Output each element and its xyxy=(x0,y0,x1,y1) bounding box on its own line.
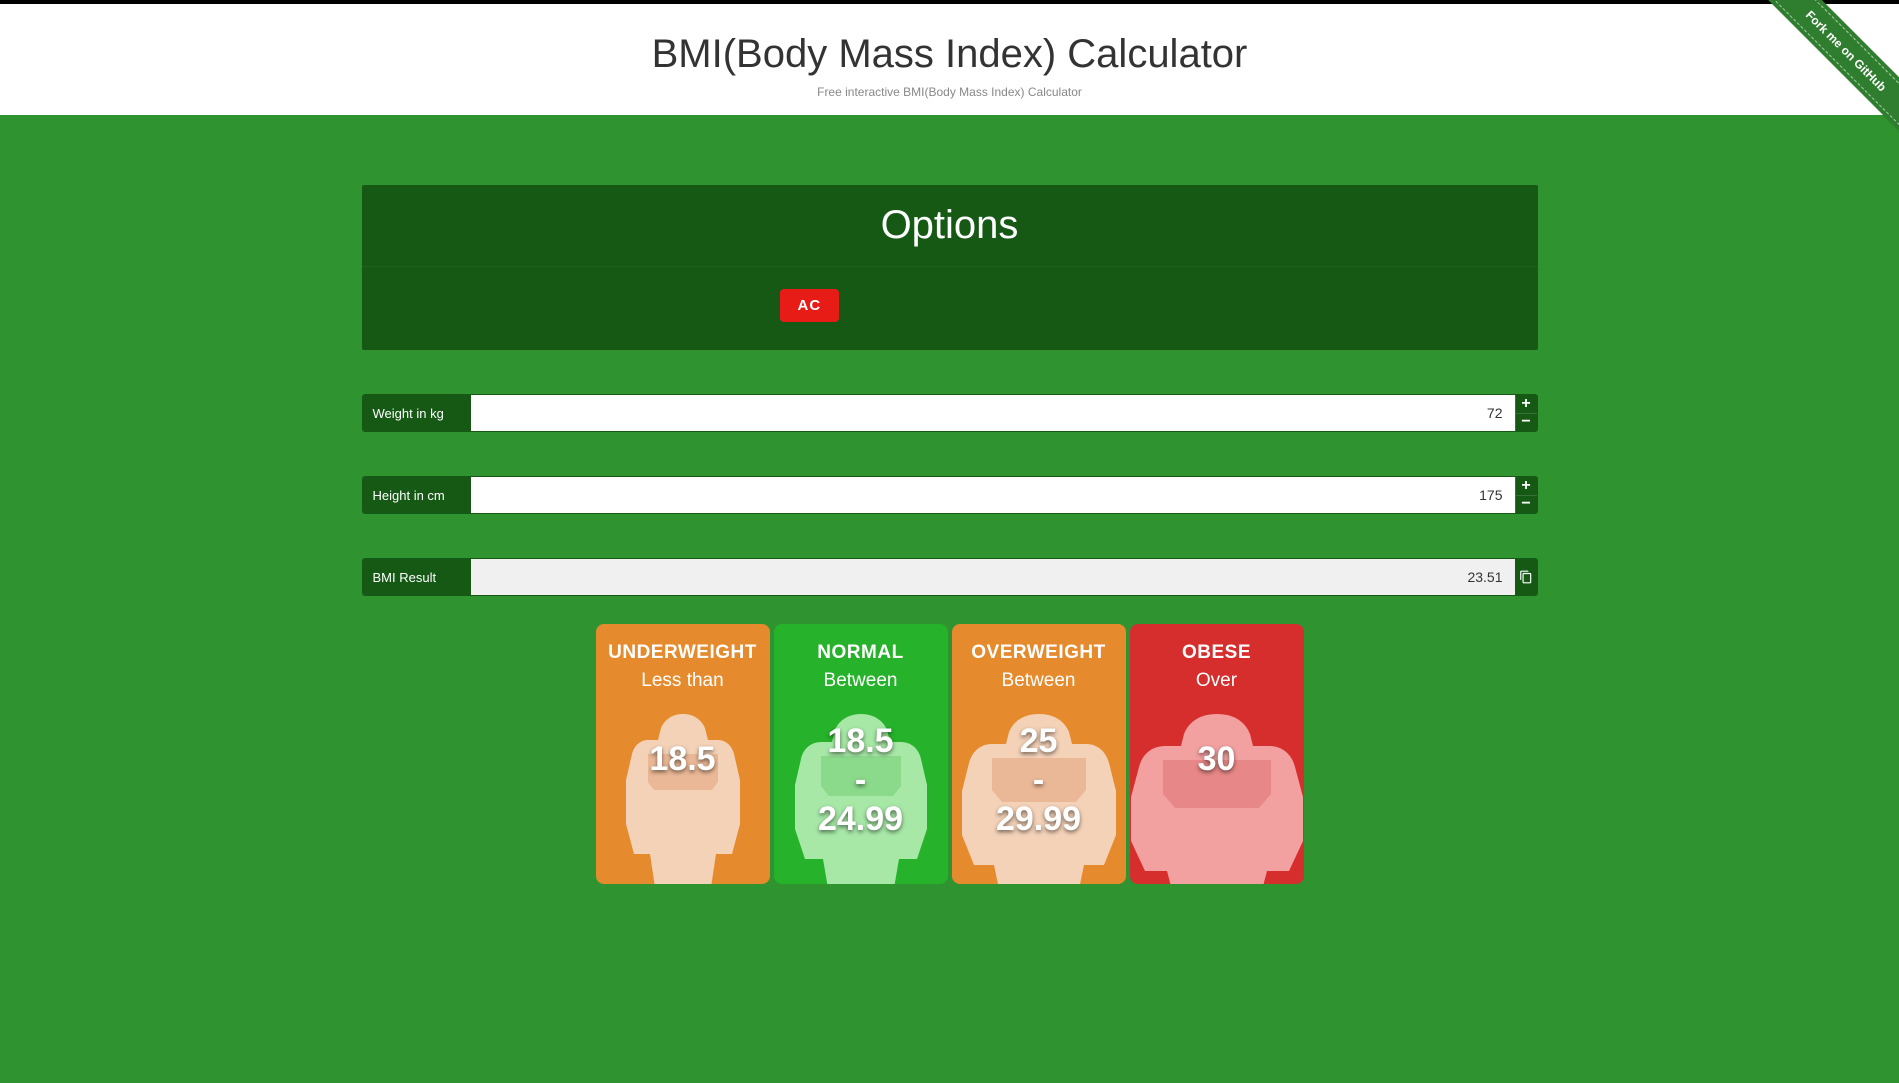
weight-stepper: + − xyxy=(1515,395,1537,431)
category-normal: NORMAL Between 18.5 - 24.99 xyxy=(774,624,948,884)
ac-button[interactable]: AC xyxy=(780,289,840,322)
result-label: BMI Result xyxy=(363,559,471,595)
category-obese: OBESE Over 30 xyxy=(1130,624,1304,884)
weight-input[interactable] xyxy=(471,395,1515,431)
github-ribbon: Fork me on GitHub xyxy=(1749,0,1899,150)
category-underweight: UNDERWEIGHT Less than 18.5 xyxy=(596,624,770,884)
category-title: OVERWEIGHT xyxy=(960,642,1118,664)
height-row: Height in cm + − xyxy=(362,476,1538,514)
weight-row: Weight in kg + − xyxy=(362,394,1538,432)
options-panel: Options AC xyxy=(362,185,1538,350)
height-label: Height in cm xyxy=(363,477,471,513)
category-range: 25 - 29.99 xyxy=(960,722,1118,839)
page-title: BMI(Body Mass Index) Calculator xyxy=(0,32,1899,77)
height-input[interactable] xyxy=(471,477,1515,513)
page-header: BMI(Body Mass Index) Calculator Free int… xyxy=(0,4,1899,115)
category-sub: Between xyxy=(960,670,1118,692)
weight-minus-button[interactable]: − xyxy=(1516,414,1537,432)
github-ribbon-link[interactable]: Fork me on GitHub xyxy=(1761,0,1899,136)
height-plus-button[interactable]: + xyxy=(1516,477,1537,496)
category-sub: Less than xyxy=(604,670,762,692)
options-title: Options xyxy=(362,203,1538,267)
bmi-categories: UNDERWEIGHT Less than 18.5 NORMAL Betwee… xyxy=(362,624,1538,884)
category-title: NORMAL xyxy=(782,642,940,664)
category-overweight: OVERWEIGHT Between 25 - 29.99 xyxy=(952,624,1126,884)
category-sub: Between xyxy=(782,670,940,692)
copy-result-button[interactable] xyxy=(1515,559,1537,595)
height-minus-button[interactable]: − xyxy=(1516,496,1537,514)
category-range: 18.5 xyxy=(604,740,762,779)
category-range: 18.5 - 24.99 xyxy=(782,722,940,839)
result-output xyxy=(471,559,1515,595)
weight-label: Weight in kg xyxy=(363,395,471,431)
copy-icon xyxy=(1519,570,1533,584)
result-row: BMI Result xyxy=(362,558,1538,596)
height-stepper: + − xyxy=(1515,477,1537,513)
category-sub: Over xyxy=(1138,670,1296,692)
category-title: OBESE xyxy=(1138,642,1296,664)
category-range: 30 xyxy=(1138,740,1296,779)
page-subtitle: Free interactive BMI(Body Mass Index) Ca… xyxy=(0,85,1899,99)
main-area: Options AC Weight in kg + − Height in cm… xyxy=(0,115,1899,1083)
category-title: UNDERWEIGHT xyxy=(604,642,762,664)
weight-plus-button[interactable]: + xyxy=(1516,395,1537,414)
